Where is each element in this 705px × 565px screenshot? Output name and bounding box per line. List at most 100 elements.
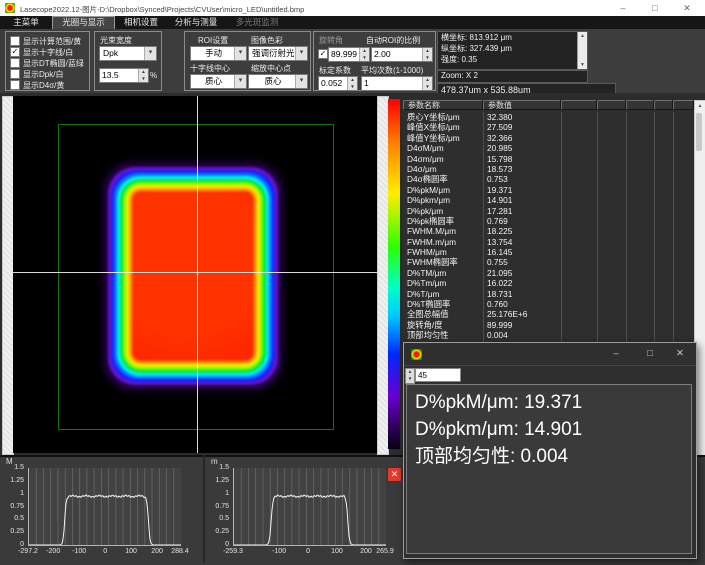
image-color-select[interactable]: 强调衍射光 ▾ (248, 46, 308, 61)
table-row[interactable]: D4σ椭圆率0.753 (403, 174, 694, 184)
checkbox[interactable] (10, 58, 20, 68)
tab-multi-spot[interactable]: 多光斑监测 (227, 16, 287, 29)
chevron-down-icon[interactable]: ▾ (295, 47, 307, 60)
spin-down-icon[interactable]: ▼ (406, 376, 414, 383)
spinner-buttons[interactable]: ▲▼ (422, 77, 432, 90)
spinner-buttons[interactable]: ▲▼ (347, 77, 357, 90)
y-tick-label: 0.75 (0, 503, 24, 510)
table-row[interactable]: D%T椭圆率0.760 (403, 299, 694, 309)
column-header-name[interactable]: 参数名称 (403, 100, 483, 110)
beam-image-display[interactable] (13, 96, 377, 453)
table-row[interactable]: 峰值Y坐标/μm32.366 (403, 133, 694, 143)
readout-scrollbar[interactable]: ▲ ▼ (577, 32, 587, 69)
display-option-row[interactable]: ✓显示十字线/白 (10, 47, 73, 57)
table-row[interactable]: D%T/μm18.731 (403, 289, 694, 299)
font-size-input[interactable] (415, 368, 461, 382)
column-header-empty[interactable] (626, 100, 654, 110)
measurement-result-window[interactable]: – □ ✕ ▲▼ D%pkM/μm: 19.371 D%pkm/μm: 14.9… (403, 342, 697, 559)
beam-width-method-select[interactable]: Dpk ▾ (99, 46, 157, 61)
column-header-empty[interactable] (597, 100, 626, 110)
spinner-buttons[interactable]: ▲▼ (359, 48, 369, 61)
table-row[interactable]: D%pk/μm17.281 (403, 206, 694, 216)
tab-camera-settings[interactable]: 相机设置 (117, 16, 165, 29)
close-button[interactable]: ✕ (672, 0, 702, 16)
spin-up-icon[interactable]: ▲ (406, 369, 414, 376)
scrollbar-thumb[interactable] (696, 113, 702, 151)
table-row[interactable]: FWHM/μm16.145 (403, 247, 694, 257)
table-row[interactable]: 旋转角/度89.999 (403, 320, 694, 330)
display-option-row[interactable]: 显示D4σ/黄 (10, 80, 64, 90)
average-count-spinner[interactable]: 1 ▲▼ (361, 76, 433, 91)
param-name: D%pkM/μm (407, 185, 450, 195)
checkbox[interactable] (10, 36, 20, 46)
calibration-factor-spinner[interactable]: 0.052 ▲▼ (318, 76, 358, 91)
table-row[interactable]: 峰值X坐标/μm27.509 (403, 122, 694, 132)
y-tick-label: 1.25 (0, 477, 24, 484)
cursor-x-readout: 横坐标: 813.912 μm (438, 32, 587, 43)
table-row[interactable]: D%TM/μm21.095 (403, 268, 694, 278)
minimize-button[interactable]: – (602, 343, 630, 365)
table-row[interactable]: D%pk椭圆率0.769 (403, 216, 694, 226)
param-name: D%pk椭圆率 (407, 216, 454, 226)
spin-down-icon[interactable]: ▼ (139, 76, 148, 83)
scroll-up-icon[interactable]: ▲ (695, 103, 705, 109)
spinner-buttons[interactable]: ▲▼ (138, 69, 148, 82)
table-row[interactable]: D4σM/μm20.985 (403, 143, 694, 153)
crosshair-horizontal-line (13, 272, 377, 273)
tab-main-menu[interactable]: 主菜单 (4, 16, 48, 29)
table-row[interactable]: D4σ/μm18.573 (403, 164, 694, 174)
spinner-buttons[interactable]: ▲▼ (422, 48, 432, 61)
table-row[interactable]: D%pkm/μm14.901 (403, 195, 694, 205)
zoom-center-select[interactable]: 质心 ▾ (248, 74, 308, 89)
chevron-down-icon[interactable]: ▾ (144, 47, 156, 60)
checkbox[interactable]: ✓ (10, 47, 20, 57)
spin-down-icon[interactable]: ▼ (348, 84, 357, 91)
maximize-button[interactable]: □ (640, 0, 670, 16)
display-option-row[interactable]: 显示DT椭圆/蓝绿 (10, 58, 84, 68)
rotation-checkbox[interactable]: ✓ (318, 49, 328, 59)
spin-down-icon[interactable]: ▼ (360, 55, 369, 62)
float-window-titlebar[interactable]: – □ ✕ (404, 343, 696, 365)
table-row[interactable]: 全图总幅值25.176E+6 (403, 309, 694, 319)
column-header-value[interactable]: 参数值 (483, 100, 561, 110)
close-button[interactable]: ✕ (666, 343, 694, 365)
table-row[interactable]: D4σm/μm15.798 (403, 154, 694, 164)
roi-mode-select[interactable]: 手动 ▾ (190, 46, 247, 61)
scroll-up-icon[interactable]: ▲ (578, 33, 587, 39)
display-option-row[interactable]: 显示计算范围/黄 (10, 36, 81, 46)
plots-close-button[interactable]: ✕ (387, 467, 402, 482)
auto-roi-ratio-spinner[interactable]: 2.00 ▲▼ (371, 47, 433, 62)
font-size-spinner[interactable]: ▲▼ (405, 368, 415, 384)
x-tick-label: -200 (46, 548, 60, 555)
table-row[interactable]: 顶部均匀性0.004 (403, 330, 694, 340)
table-row[interactable]: FWHM.M/μm18.225 (403, 226, 694, 236)
spin-down-icon[interactable]: ▼ (423, 84, 432, 91)
app-icon (411, 349, 422, 360)
beam-width-percent-spinner[interactable]: 13.5 ▲▼ (99, 68, 149, 83)
table-row[interactable]: D%Tm/μm16.022 (403, 278, 694, 288)
chevron-down-icon[interactable]: ▾ (234, 75, 246, 88)
display-option-row[interactable]: 显示Dpk/白 (10, 69, 63, 79)
column-header-empty[interactable] (561, 100, 597, 110)
table-row[interactable]: 质心Y坐标/μm32.380 (403, 112, 694, 122)
param-name: 质心Y坐标/μm (407, 112, 460, 122)
column-header-empty[interactable] (654, 100, 673, 110)
image-color-label: 图像色彩 (251, 35, 283, 46)
column-header-empty[interactable] (673, 100, 694, 110)
table-row[interactable]: FWHM椭圆率0.755 (403, 257, 694, 267)
rotation-angle-spinner[interactable]: 89.999 ▲▼ (328, 47, 370, 62)
checkbox[interactable] (10, 69, 20, 79)
minimize-button[interactable]: – (608, 0, 638, 16)
chevron-down-icon[interactable]: ▾ (234, 47, 246, 60)
chevron-down-icon[interactable]: ▾ (295, 75, 307, 88)
crosshair-center-select[interactable]: 质心 ▾ (190, 74, 247, 89)
title-bar[interactable]: Lasecope2022.12-图片-D:\Dropbox\Synced\Pro… (0, 0, 705, 17)
scroll-down-icon[interactable]: ▼ (578, 62, 587, 68)
control-panel: 显示计算范围/黄✓显示十字线/白显示DT椭圆/蓝绿显示Dpk/白显示D4σ/黄 … (0, 29, 705, 95)
table-row[interactable]: D%pkM/μm19.371 (403, 185, 694, 195)
table-row[interactable]: FWHM.m/μm13.754 (403, 237, 694, 247)
tab-analysis-measure[interactable]: 分析与测量 (169, 16, 223, 29)
checkbox[interactable] (10, 80, 20, 90)
maximize-button[interactable]: □ (636, 343, 664, 365)
spin-down-icon[interactable]: ▼ (423, 55, 432, 62)
